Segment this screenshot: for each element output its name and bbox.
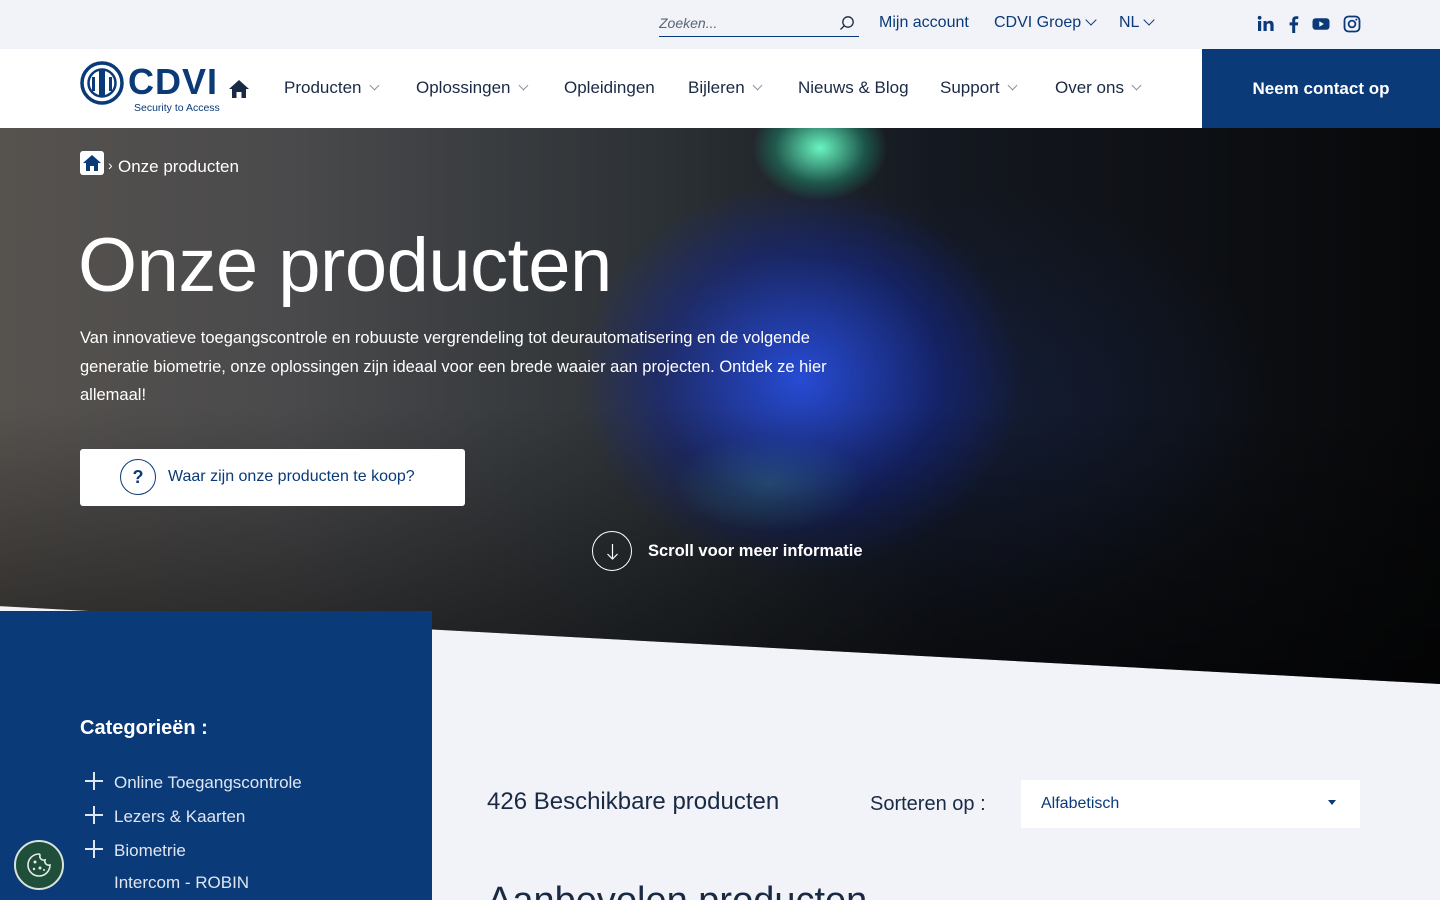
breadcrumb-home-icon[interactable] xyxy=(80,151,104,175)
where-to-buy-button[interactable]: ? Waar zijn onze producten te koop? xyxy=(80,449,465,506)
nav-label: Producten xyxy=(284,78,362,97)
nav-oplossingen[interactable]: Oplossingen xyxy=(416,78,528,98)
nav-nieuws-blog[interactable]: Nieuws & Blog xyxy=(798,78,909,98)
nav-opleidingen[interactable]: Opleidingen xyxy=(564,78,655,98)
logo-tagline: Security to Access xyxy=(134,102,220,114)
chevron-down-icon xyxy=(752,80,763,91)
nav-producten[interactable]: Producten xyxy=(284,78,379,98)
home-icon[interactable] xyxy=(228,78,250,100)
arrow-down-icon[interactable] xyxy=(592,531,632,571)
nav-over-ons[interactable]: Over ons xyxy=(1055,78,1142,98)
plus-icon xyxy=(85,840,103,858)
plus-icon xyxy=(85,772,103,790)
where-to-buy-label: Waar zijn onze producten te koop? xyxy=(168,468,415,485)
youtube-icon[interactable] xyxy=(1311,14,1331,34)
main-nav: CDVI Security to Access Producten Oploss… xyxy=(0,49,1440,128)
category-label: Biometrie xyxy=(114,841,186,860)
cookie-settings-button[interactable] xyxy=(14,840,64,890)
category-label: Online Toegangscontrole xyxy=(114,773,302,792)
category-item[interactable]: Lezers & Kaarten xyxy=(85,806,245,827)
nav-bijleren[interactable]: Bijleren xyxy=(688,78,763,98)
nav-label: Bijleren xyxy=(688,78,745,97)
top-bar: Mijn account CDVI Groep NL xyxy=(0,0,1440,49)
my-account-link[interactable]: Mijn account xyxy=(879,14,969,32)
group-dropdown[interactable]: CDVI Groep xyxy=(994,14,1097,32)
search-input[interactable] xyxy=(659,12,829,34)
facebook-icon[interactable] xyxy=(1284,14,1304,34)
chevron-down-icon xyxy=(369,80,379,91)
category-item[interactable]: Biometrie xyxy=(85,840,186,861)
category-label: Lezers & Kaarten xyxy=(114,807,246,826)
nav-support[interactable]: Support xyxy=(940,78,1017,98)
chevron-down-icon xyxy=(1143,14,1156,26)
category-label: Intercom - ROBIN xyxy=(114,873,250,892)
sort-select[interactable]: Alfabetisch xyxy=(1021,780,1360,828)
category-item[interactable]: Online Toegangscontrole xyxy=(85,772,302,793)
hero-description: Van innovatieve toegangscontrole en robu… xyxy=(80,329,827,404)
chevron-down-icon xyxy=(1085,14,1097,26)
product-count: 426 Beschikbare producten xyxy=(487,788,780,815)
page-title: Onze producten xyxy=(78,223,612,308)
logo-text: CDVI xyxy=(128,61,219,102)
search-box xyxy=(659,10,859,37)
cookie-icon xyxy=(27,853,51,877)
scroll-hint[interactable]: Scroll voor meer informatie xyxy=(648,542,863,561)
nav-label: Nieuws & Blog xyxy=(798,78,909,97)
sort-value: Alfabetisch xyxy=(1041,795,1120,812)
category-sidebar: Categorieën : Online Toegangscontrole Le… xyxy=(0,611,432,900)
cdvi-logo[interactable]: CDVI Security to Access xyxy=(80,61,220,117)
section-title: Aanbevolen producten xyxy=(487,880,867,900)
language-dropdown[interactable]: NL xyxy=(1119,14,1156,32)
nav-label: Over ons xyxy=(1055,78,1124,97)
chevron-down-icon xyxy=(1131,80,1142,91)
hero-banner: › Onze producten Onze producten Van inno… xyxy=(0,128,1440,684)
contact-button[interactable]: Neem contact op xyxy=(1202,49,1440,128)
linkedin-icon[interactable] xyxy=(1256,14,1276,34)
chevron-down-icon xyxy=(518,80,528,91)
search-icon[interactable] xyxy=(839,15,855,31)
question-icon: ? xyxy=(120,459,156,495)
nav-label: Support xyxy=(940,78,1000,97)
breadcrumb-separator: › xyxy=(108,157,113,173)
caret-down-icon xyxy=(1328,800,1336,805)
sort-label: Sorteren op : xyxy=(870,793,986,815)
instagram-icon[interactable] xyxy=(1342,14,1362,34)
group-label: CDVI Groep xyxy=(994,14,1082,31)
categories-title: Categorieën : xyxy=(80,717,208,739)
plus-icon xyxy=(85,806,103,824)
breadcrumb-current: Onze producten xyxy=(118,157,239,176)
nav-label: Oplossingen xyxy=(416,78,511,97)
chevron-down-icon xyxy=(1007,80,1017,91)
category-item[interactable]: Intercom - ROBIN xyxy=(114,873,249,893)
language-label: NL xyxy=(1119,14,1140,31)
nav-label: Opleidingen xyxy=(564,78,655,97)
